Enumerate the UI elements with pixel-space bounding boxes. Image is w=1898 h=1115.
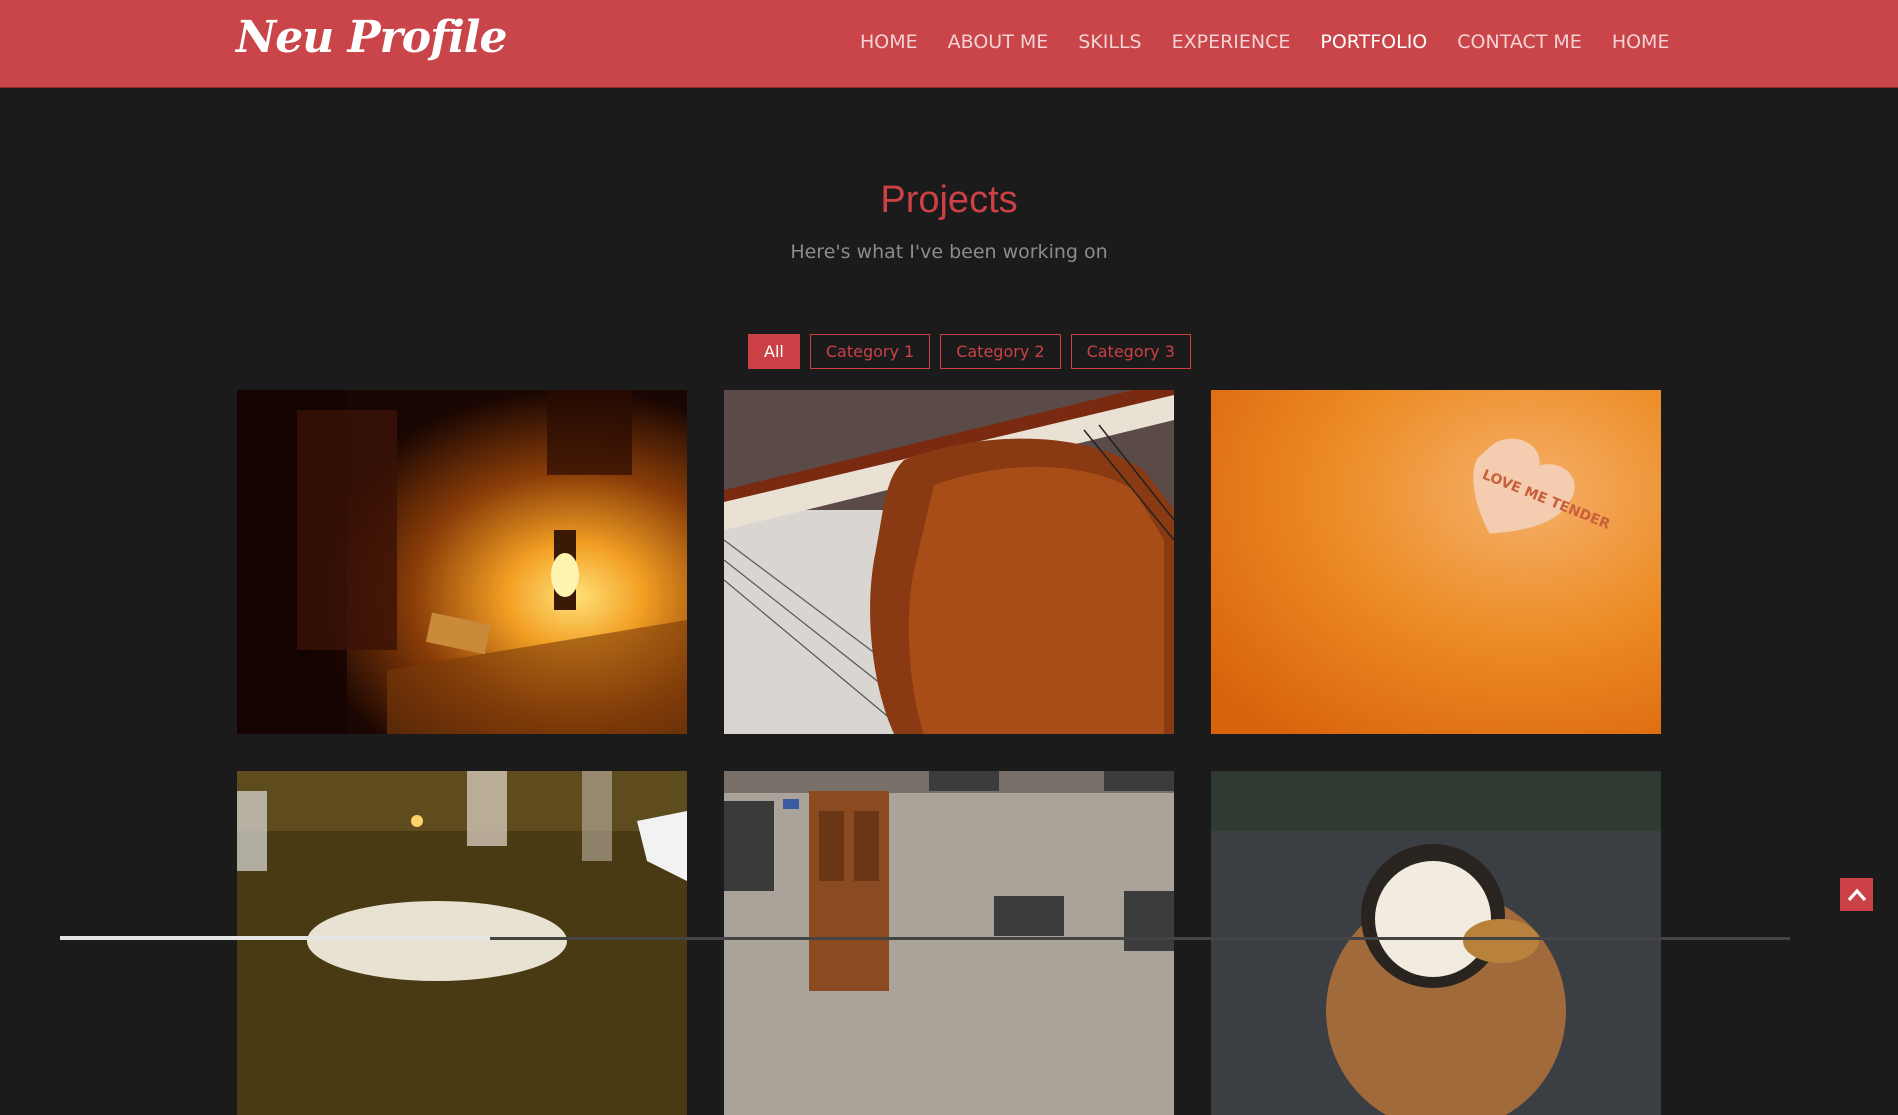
nav-about-me[interactable]: ABOUT ME <box>948 31 1049 53</box>
filter-category-2[interactable]: Category 2 <box>940 334 1061 369</box>
portfolio-item-4[interactable] <box>237 771 687 1115</box>
filter-bar: All Category 1 Category 2 Category 3 <box>748 334 1191 369</box>
nav-skills[interactable]: SKILLS <box>1078 31 1141 53</box>
chevron-up-icon <box>1847 888 1866 901</box>
page-progress-bar <box>60 936 490 940</box>
nav-home[interactable]: HOME <box>860 31 918 53</box>
section-title: Projects <box>880 179 1018 221</box>
violin-sheet-music-photo <box>724 390 1174 734</box>
brand-logo[interactable]: Neu Profile <box>236 12 507 63</box>
lantern-desk-photo <box>237 390 687 734</box>
coffee-cup-photo <box>1211 771 1661 1115</box>
nav-portfolio[interactable]: PORTFOLIO <box>1320 31 1427 53</box>
old-door-facade-photo <box>724 771 1174 1115</box>
filter-category-1[interactable]: Category 1 <box>809 334 931 369</box>
dinner-table-photo <box>237 771 687 1115</box>
main-nav: HOME ABOUT ME SKILLS EXPERIENCE PORTFOLI… <box>860 31 1669 53</box>
filter-category-3[interactable]: Category 3 <box>1070 334 1191 369</box>
portfolio-item-2[interactable] <box>724 390 1174 734</box>
filter-all[interactable]: All <box>748 334 800 369</box>
nav-home-2[interactable]: HOME <box>1612 31 1670 53</box>
section-subtitle: Here's what I've been working on <box>790 241 1108 263</box>
portfolio-item-6[interactable] <box>1211 771 1661 1115</box>
scroll-to-top-button[interactable] <box>1840 878 1873 911</box>
candy-heart-photo: LOVE ME TENDER <box>1211 390 1661 734</box>
nav-contact-me[interactable]: CONTACT ME <box>1457 31 1582 53</box>
portfolio-item-5[interactable] <box>724 771 1174 1115</box>
navbar: Neu Profile HOME ABOUT ME SKILLS EXPERIE… <box>0 0 1898 88</box>
portfolio-item-1[interactable] <box>237 390 687 734</box>
portfolio-item-3[interactable]: LOVE ME TENDER <box>1211 390 1661 734</box>
nav-experience[interactable]: EXPERIENCE <box>1172 31 1291 53</box>
